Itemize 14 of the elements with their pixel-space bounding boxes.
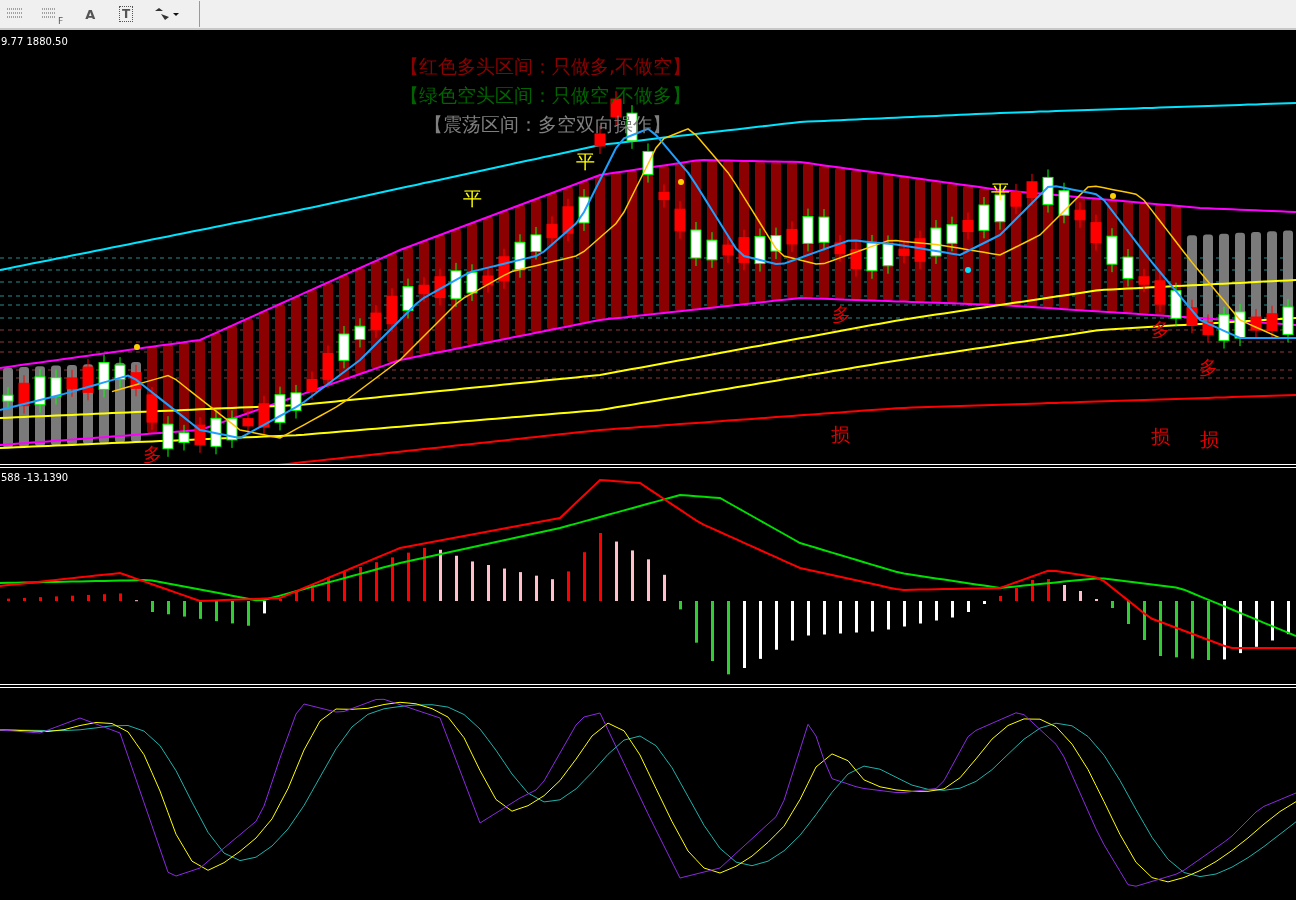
text-label-button[interactable]: T <box>115 2 138 26</box>
signal-label: 损 <box>1199 428 1219 450</box>
signal-label: 平 <box>575 150 595 172</box>
text-button[interactable]: A <box>79 2 102 26</box>
signal-label: 损 <box>1150 425 1170 447</box>
signal-label: 损 <box>830 423 850 445</box>
price-readout: 9.77 1880.50 <box>1 36 68 47</box>
signal-label: 多 <box>1198 356 1218 378</box>
fibonacci-button[interactable]: F <box>40 2 66 26</box>
signal-label: 多 <box>142 443 162 464</box>
signal-label: 平 <box>462 187 482 209</box>
indicator-readout: 588 -13.1390 <box>1 472 69 483</box>
signal-label: 多 <box>831 303 851 325</box>
legend-text: 【红色多头区间：只做多,不做空】 <box>400 55 692 77</box>
